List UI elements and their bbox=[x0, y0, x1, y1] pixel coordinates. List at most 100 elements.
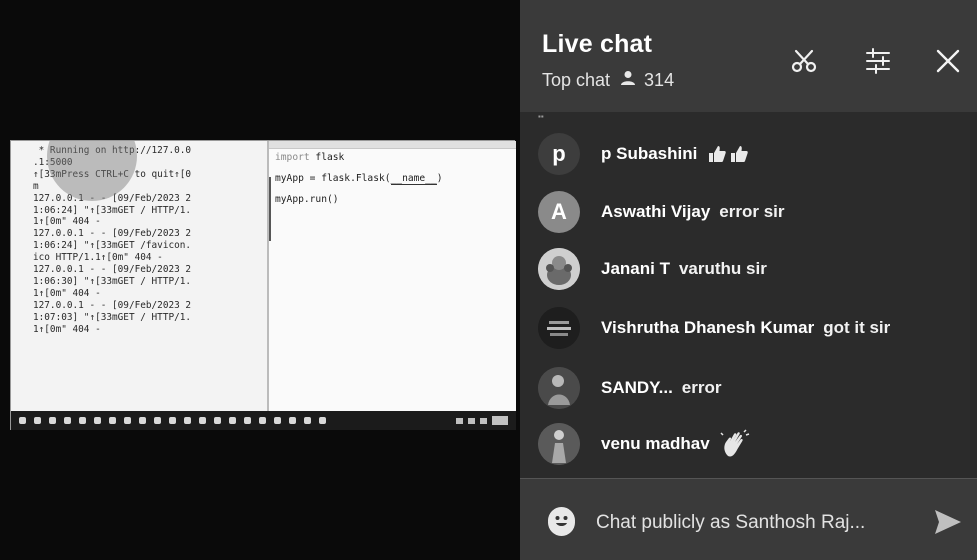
thumbs-up-icon bbox=[731, 146, 749, 162]
chat-title: Live chat bbox=[542, 30, 653, 58]
taskbar-app-icon bbox=[79, 417, 86, 424]
message-body: Aswathi Vijay error sir bbox=[601, 202, 785, 222]
system-tray bbox=[456, 416, 508, 425]
message-text: varuthu sir bbox=[678, 259, 767, 278]
terminal-line: 1:06:24] "↑[33mGET / HTTP/1. bbox=[33, 204, 192, 216]
avatar[interactable] bbox=[538, 423, 580, 465]
battery-icon bbox=[480, 417, 487, 424]
settings-sliders-icon bbox=[864, 47, 892, 80]
avatar[interactable] bbox=[538, 367, 580, 409]
terminal-line: 1↑[0m" 404 - bbox=[33, 216, 101, 228]
code-line-run: myApp.run() bbox=[275, 194, 339, 205]
code-text: flask bbox=[309, 152, 345, 163]
screen: * Running on http://127.0.0 .1:5000 ↑[33… bbox=[0, 0, 977, 560]
clip-button[interactable] bbox=[786, 45, 822, 81]
terminal-line: 1↑[0m" 404 - bbox=[33, 287, 101, 299]
code-argument: __name__ bbox=[390, 173, 437, 185]
chat-header: Live chat Top chat 314 bbox=[520, 0, 977, 112]
code-keyword: import bbox=[275, 152, 310, 163]
avatar[interactable] bbox=[538, 248, 580, 290]
message-text: error bbox=[681, 378, 722, 397]
chat-message[interactable]: A Aswathi Vijay error sir bbox=[538, 189, 785, 235]
start-icon bbox=[19, 417, 26, 424]
taskbar-app-icon bbox=[94, 417, 101, 424]
terminal-line: 127.0.0.1 - - [09/Feb/2023 2 bbox=[33, 299, 192, 311]
avatar[interactable]: A bbox=[538, 191, 580, 233]
code-text: myApp = flask.Flask( bbox=[275, 173, 391, 184]
taskbar-app-icon bbox=[34, 417, 41, 424]
chat-settings-button[interactable] bbox=[860, 45, 896, 81]
viewer-count-value: 314 bbox=[644, 70, 675, 90]
editor-caret bbox=[269, 177, 271, 241]
terminal-line: 1:07:03] "↑[33mGET / HTTP/1. bbox=[33, 311, 192, 323]
message-author[interactable]: p Subashini bbox=[601, 144, 697, 164]
avatar-image bbox=[538, 307, 580, 349]
taskbar-app-icon bbox=[139, 417, 146, 424]
taskbar-app-icon bbox=[169, 417, 176, 424]
avatar-image bbox=[538, 423, 580, 465]
wifi-icon bbox=[456, 417, 463, 424]
waving-hand-icon bbox=[720, 429, 749, 457]
message-author[interactable]: Vishrutha Dhanesh Kumar bbox=[601, 318, 814, 338]
close-chat-button[interactable] bbox=[930, 45, 966, 81]
chat-message[interactable]: Janani T varuthu sir bbox=[538, 246, 767, 292]
terminal-window: * Running on http://127.0.0 .1:5000 ↑[33… bbox=[11, 141, 269, 411]
taskbar-app-icon bbox=[109, 417, 116, 424]
message-text: error sir bbox=[719, 202, 785, 221]
code-text: ) bbox=[436, 173, 443, 184]
avatar[interactable] bbox=[538, 307, 580, 349]
avatar[interactable]: p bbox=[538, 133, 580, 175]
message-body: SANDY... error bbox=[601, 378, 721, 398]
terminal-line: 127.0.0.1 - - [09/Feb/2023 2 bbox=[33, 264, 192, 276]
avatar-image bbox=[538, 248, 580, 290]
taskbar-app-icon bbox=[259, 417, 266, 424]
taskbar-app-icon bbox=[319, 417, 326, 424]
smiley-icon bbox=[548, 506, 575, 539]
volume-icon bbox=[468, 417, 475, 424]
terminal-line: 1:06:30] "↑[33mGET / HTTP/1. bbox=[33, 275, 192, 287]
chat-message-input[interactable] bbox=[596, 505, 916, 541]
live-chat-panel: Live chat Top chat 314 ▪▪ p p Subashini … bbox=[520, 0, 977, 560]
thumbs-up-emoji-pair bbox=[707, 144, 749, 164]
viewer-count: 314 bbox=[620, 70, 674, 91]
chat-message[interactable]: Vishrutha Dhanesh Kumar got it sir bbox=[538, 305, 890, 351]
message-body: Janani T varuthu sir bbox=[601, 259, 767, 279]
message-author[interactable]: Janani T bbox=[601, 259, 670, 279]
taskbar bbox=[11, 411, 516, 430]
taskbar-app-icon bbox=[64, 417, 71, 424]
close-icon bbox=[935, 48, 961, 79]
send-button[interactable] bbox=[930, 507, 966, 541]
terminal-line: 1:06:24] "↑[33mGET /favicon. bbox=[33, 240, 192, 252]
taskbar-app-icon bbox=[184, 417, 191, 424]
taskbar-app-icon bbox=[244, 417, 251, 424]
send-icon bbox=[934, 509, 962, 540]
chat-message[interactable]: venu madhav bbox=[538, 421, 750, 467]
video-player[interactable]: * Running on http://127.0.0 .1:5000 ↑[33… bbox=[0, 0, 520, 560]
taskbar-app-icon bbox=[199, 417, 206, 424]
taskbar-app-icon bbox=[214, 417, 221, 424]
chat-message-list[interactable]: ▪▪ p p Subashini A Aswathi Vijay error s… bbox=[520, 112, 977, 478]
thumbs-up-icon bbox=[709, 146, 727, 162]
message-author[interactable]: venu madhav bbox=[601, 434, 710, 454]
truncated-message: ▪▪ bbox=[538, 112, 544, 121]
avatar-image bbox=[538, 367, 580, 409]
user-avatar[interactable] bbox=[548, 506, 575, 539]
message-author[interactable]: Aswathi Vijay bbox=[601, 202, 710, 222]
chat-message[interactable]: SANDY... error bbox=[538, 365, 721, 411]
terminal-line: ico HTTP/1.1↑[0m" 404 - bbox=[33, 252, 163, 264]
code-line-app: myApp = flask.Flask(__name__) bbox=[275, 172, 516, 185]
message-body: venu madhav bbox=[601, 429, 750, 459]
person-icon bbox=[620, 70, 636, 91]
chat-input-bar bbox=[520, 478, 977, 560]
code-line-import: import flask bbox=[275, 151, 516, 164]
message-body: p Subashini bbox=[601, 144, 749, 164]
taskbar-app-icon bbox=[154, 417, 161, 424]
chat-message[interactable]: p p Subashini bbox=[538, 131, 749, 177]
chat-mode-row[interactable]: Top chat 314 bbox=[542, 70, 674, 91]
message-author[interactable]: SANDY... bbox=[601, 378, 673, 398]
chat-mode-label[interactable]: Top chat bbox=[542, 70, 610, 91]
taskbar-app-icon bbox=[304, 417, 311, 424]
terminal-line: 1↑[0m" 404 - bbox=[33, 323, 101, 335]
editor-toolbar bbox=[269, 141, 516, 149]
shared-desktop: * Running on http://127.0.0 .1:5000 ↑[33… bbox=[10, 140, 516, 430]
